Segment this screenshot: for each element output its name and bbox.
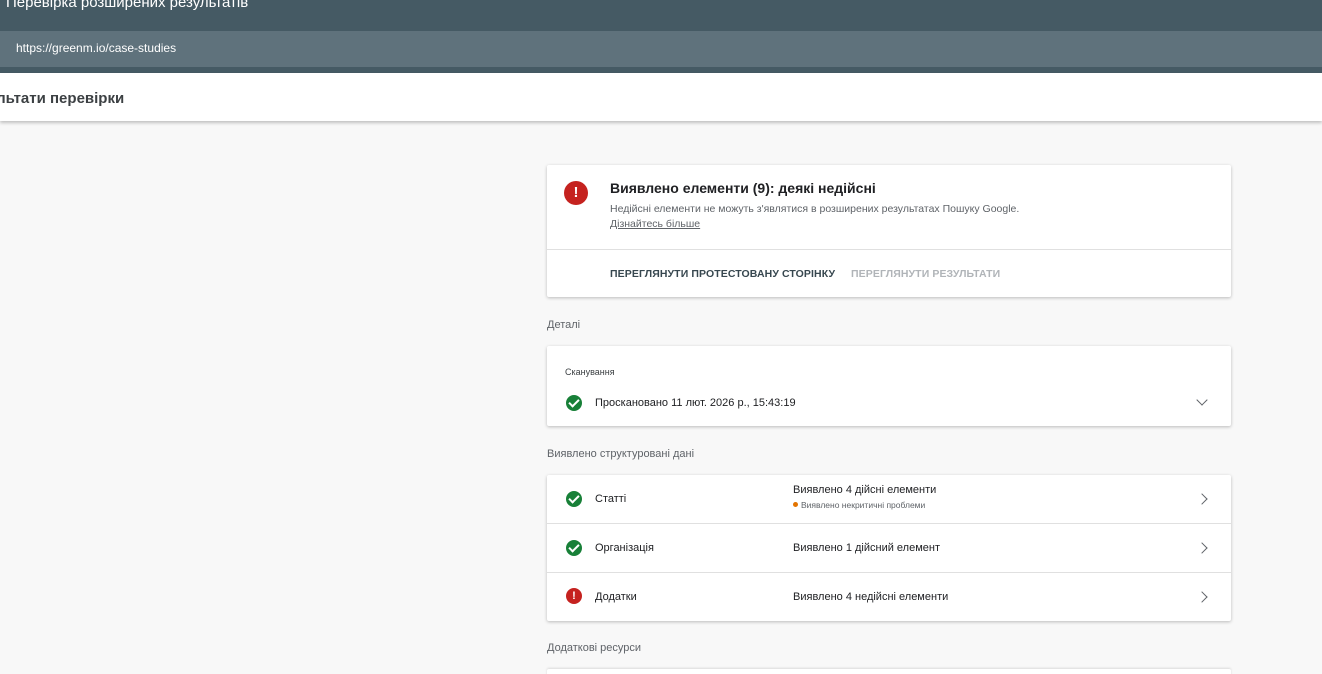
- error-circle-icon: !: [566, 588, 582, 604]
- resources-card: [547, 669, 1231, 674]
- url-bar: https://greenm.io/case-studies: [0, 31, 1322, 67]
- app-title: Перевірка розширених результатів: [6, 0, 249, 11]
- row-name: Додатки: [595, 591, 637, 603]
- check-circle-icon: [566, 395, 582, 411]
- crawl-label: Сканування: [565, 367, 615, 377]
- structured-data-section-label: Виявлено структуровані дані: [547, 448, 695, 460]
- card-divider: [547, 249, 1231, 250]
- structured-data-row-articles[interactable]: Статті Виявлено 4 дійсні елементи Виявле…: [547, 475, 1231, 524]
- row-substatus: Виявлено некритичні проблеми: [793, 500, 925, 510]
- view-results-button[interactable]: ПЕРЕГЛЯНУТИ РЕЗУЛЬТАТИ: [851, 268, 1000, 280]
- chevron-right-icon: [1196, 542, 1208, 554]
- details-section-label: Деталі: [547, 319, 581, 331]
- row-status: Виявлено 4 недійсні елементи: [793, 591, 949, 603]
- check-circle-icon: [566, 540, 582, 556]
- row-substatus-text: Виявлено некритичні проблеми: [801, 500, 926, 510]
- results-header: ультати перевірки: [0, 73, 1322, 121]
- crawl-status: Проскановано 11 лют. 2026 р., 15:43:19: [595, 397, 796, 409]
- chevron-down-icon[interactable]: [1196, 394, 1208, 406]
- summary-card: ! Виявлено елементи (9): деякі недійсні …: [547, 165, 1231, 297]
- summary-description: Недійсні елементи не можуть з'являтися в…: [610, 202, 1030, 232]
- chevron-right-icon: [1196, 591, 1208, 603]
- structured-data-row-apps[interactable]: ! Додатки Виявлено 4 недійсні елементи: [547, 572, 1231, 621]
- row-status: Виявлено 1 дійсний елемент: [793, 542, 940, 554]
- structured-data-row-organization[interactable]: Організація Виявлено 1 дійсний елемент: [547, 523, 1231, 572]
- structured-data-card: Статті Виявлено 4 дійсні елементи Виявле…: [547, 475, 1231, 621]
- results-title: ультати перевірки: [0, 90, 125, 107]
- crawl-card: Сканування Проскановано 11 лют. 2026 р.,…: [547, 346, 1231, 426]
- tested-url[interactable]: https://greenm.io/case-studies: [16, 41, 176, 55]
- learn-more-link[interactable]: Дізнайтесь більше: [610, 218, 700, 230]
- chevron-right-icon: [1196, 493, 1208, 505]
- warning-dot-icon: [793, 502, 798, 507]
- summary-description-text: Недійсні елементи не можуть з'являтися в…: [610, 203, 1020, 215]
- resources-section-label: Додаткові ресурси: [547, 642, 642, 654]
- view-tested-page-button[interactable]: ПЕРЕГЛЯНУТИ ПРОТЕСТОВАНУ СТОРІНКУ: [610, 268, 835, 280]
- app-header: Перевірка розширених результатів: [0, 0, 1322, 31]
- row-name: Статті: [595, 493, 627, 505]
- row-name: Організація: [595, 542, 654, 554]
- row-status: Виявлено 4 дійсні елементи: [793, 484, 937, 496]
- error-circle-icon: !: [564, 181, 588, 205]
- check-circle-icon: [566, 491, 582, 507]
- summary-title: Виявлено елементи (9): деякі недійсні: [610, 180, 876, 196]
